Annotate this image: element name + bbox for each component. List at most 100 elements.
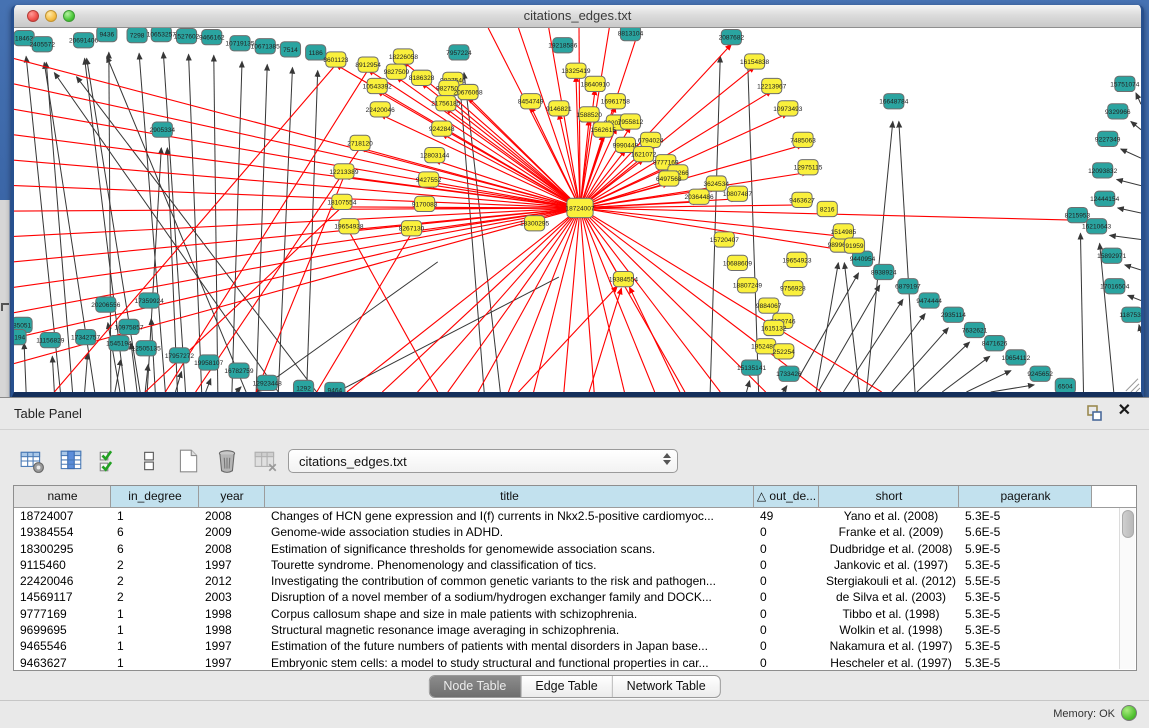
graph-node[interactable]: 9245652 bbox=[1027, 366, 1053, 381]
table-row[interactable]: 911546021997Tourette syndrome. Phenomeno… bbox=[14, 557, 1136, 573]
graph-node[interactable]: 15720407 bbox=[710, 232, 739, 247]
graph-node[interactable]: 7514 bbox=[280, 42, 300, 57]
graph-node[interactable]: 9756928 bbox=[780, 281, 806, 296]
graph-node[interactable]: 8267130 bbox=[399, 221, 425, 236]
graph-node[interactable]: 1733426 bbox=[776, 366, 802, 381]
graph-node[interactable]: 9436 bbox=[97, 28, 117, 42]
graph-node[interactable]: 18807249 bbox=[733, 278, 762, 293]
graph-node[interactable]: 9170083 bbox=[412, 196, 438, 211]
graph-node[interactable]: 19218586 bbox=[548, 38, 577, 53]
graph-node[interactable]: 18724007 bbox=[565, 198, 594, 217]
graph-node[interactable]: 9242848 bbox=[429, 121, 455, 136]
graph-node[interactable]: 1527602 bbox=[174, 29, 200, 44]
canvas-resize-grip-icon[interactable] bbox=[1126, 379, 1138, 391]
graph-node[interactable]: 252254 bbox=[773, 344, 795, 359]
vertical-scrollbar[interactable] bbox=[1119, 508, 1135, 669]
graph-node[interactable]: 19654938 bbox=[334, 219, 363, 234]
network-graph[interactable]: 1846324055722069140694367298106532571527… bbox=[14, 28, 1141, 392]
column-header-in-degree[interactable]: in_degree bbox=[111, 486, 199, 507]
graph-node[interactable]: 1545194 bbox=[106, 336, 132, 351]
graph-node[interactable]: 93194 bbox=[14, 329, 26, 344]
tab-network-table[interactable]: Network Table bbox=[612, 676, 720, 697]
canvas-resize-grip-icon[interactable] bbox=[1136, 388, 1140, 392]
graph-node[interactable]: 18226058 bbox=[389, 49, 418, 64]
graph-node[interactable]: 6794024 bbox=[638, 132, 664, 147]
graph-node[interactable]: 7957224 bbox=[446, 45, 472, 60]
graph-node[interactable]: 12923448 bbox=[253, 375, 282, 390]
graph-node[interactable]: 9474444 bbox=[916, 293, 942, 308]
table-row[interactable]: 969969511998Structural magnetic resonanc… bbox=[14, 622, 1136, 638]
graph-node[interactable]: 20691406 bbox=[69, 33, 98, 48]
graph-node[interactable]: 11156829 bbox=[36, 333, 65, 348]
graph-node[interactable]: 10653257 bbox=[147, 28, 176, 42]
graph-node[interactable]: 7298 bbox=[127, 28, 147, 43]
column-header-name[interactable]: name bbox=[14, 486, 111, 507]
float-panel-icon[interactable] bbox=[1085, 404, 1103, 422]
graph-node[interactable]: 8471626 bbox=[982, 336, 1008, 351]
graph-node[interactable]: 1514985 bbox=[831, 224, 857, 239]
graph-node[interactable]: 16961758 bbox=[601, 94, 630, 109]
graph-node[interactable]: 2718120 bbox=[347, 135, 373, 150]
graph-node[interactable]: 9884067 bbox=[756, 298, 782, 313]
graph-node[interactable]: 19384554 bbox=[609, 272, 638, 287]
graph-node[interactable]: 2905334 bbox=[150, 122, 176, 137]
graph-node[interactable]: 12505135 bbox=[132, 341, 161, 356]
graph-node[interactable]: 22420046 bbox=[366, 102, 395, 117]
graph-node[interactable]: 10807487 bbox=[723, 186, 752, 201]
graph-node[interactable]: 9827509 bbox=[384, 64, 410, 79]
graph-node[interactable]: 16154838 bbox=[740, 54, 769, 69]
graph-node[interactable]: 1292 bbox=[293, 380, 313, 392]
graph-node[interactable]: 12975115 bbox=[794, 160, 823, 175]
table-row[interactable]: 1872400712008Changes of HCN gene express… bbox=[14, 508, 1136, 524]
graph-node[interactable]: 1588520 bbox=[576, 107, 602, 122]
delete-column-icon-button[interactable] bbox=[213, 447, 241, 475]
graph-node[interactable]: 17016504 bbox=[1100, 279, 1129, 294]
graph-node[interactable]: 15135141 bbox=[737, 360, 766, 375]
graph-node[interactable]: 7955812 bbox=[618, 114, 644, 129]
table-selector-dropdown[interactable]: citations_edges.txt bbox=[288, 449, 678, 473]
tab-node-table[interactable]: Node Table bbox=[429, 676, 520, 697]
graph-node[interactable]: 9464 bbox=[325, 382, 345, 392]
row-height-icon-button[interactable] bbox=[135, 447, 163, 475]
graph-node[interactable]: 9227349 bbox=[1095, 131, 1121, 146]
table-row[interactable]: 946554611997Estimation of the future num… bbox=[14, 638, 1136, 654]
column-header-year[interactable]: year bbox=[199, 486, 265, 507]
column-header-pagerank[interactable]: pagerank bbox=[959, 486, 1092, 507]
column-visibility-icon-button[interactable] bbox=[57, 447, 85, 475]
window-titlebar[interactable]: citations_edges.txt bbox=[14, 5, 1141, 28]
graph-node[interactable]: 8912954 bbox=[355, 57, 381, 72]
zoom-window-button[interactable] bbox=[63, 10, 75, 22]
tab-edge-table[interactable]: Edge Table bbox=[520, 676, 611, 697]
graph-node[interactable]: 8813104 bbox=[618, 28, 644, 41]
select-columns-icon-button[interactable] bbox=[96, 447, 124, 475]
network-view-window[interactable]: citations_edges.txt 18463240557220691406… bbox=[11, 5, 1144, 399]
graph-node[interactable]: 15892971 bbox=[1097, 248, 1126, 263]
graph-node[interactable]: 1615132 bbox=[761, 320, 787, 335]
graph-node[interactable]: 91959 bbox=[844, 238, 864, 253]
table-row[interactable]: 1830029562008Estimation of significance … bbox=[14, 541, 1136, 557]
graph-node[interactable]: 8186328 bbox=[409, 70, 435, 85]
table-row[interactable]: 1456911722003Disruption of a novel membe… bbox=[14, 589, 1136, 605]
graph-node[interactable]: 16648784 bbox=[879, 94, 908, 109]
delete-table-icon-button[interactable] bbox=[252, 447, 280, 475]
graph-node[interactable]: 9466162 bbox=[199, 30, 225, 45]
graph-node[interactable]: 10543392 bbox=[363, 78, 392, 93]
graph-node[interactable]: 7485063 bbox=[790, 132, 816, 147]
control-panel-divider[interactable] bbox=[0, 200, 10, 397]
column-header-title[interactable]: title bbox=[265, 486, 754, 507]
close-window-button[interactable] bbox=[27, 10, 39, 22]
minimize-window-button[interactable] bbox=[45, 10, 57, 22]
graph-node[interactable]: 2935114 bbox=[941, 307, 966, 322]
graph-node[interactable]: 12213967 bbox=[757, 78, 786, 93]
graph-node[interactable]: 9463627 bbox=[789, 192, 815, 207]
table-settings-icon-button[interactable] bbox=[18, 447, 46, 475]
graph-node[interactable]: 6497568 bbox=[656, 171, 682, 186]
column-header-short[interactable]: short bbox=[819, 486, 959, 507]
create-column-icon-button[interactable] bbox=[174, 447, 202, 475]
graph-node[interactable]: 2405572 bbox=[29, 37, 55, 52]
graph-node[interactable]: 10671385 bbox=[251, 39, 280, 54]
graph-node[interactable]: 10688609 bbox=[723, 255, 752, 270]
graph-node[interactable]: 17359924 bbox=[135, 293, 164, 308]
close-panel-icon[interactable]: ✕ bbox=[1118, 402, 1131, 420]
graph-node[interactable]: 8454749 bbox=[518, 94, 544, 109]
